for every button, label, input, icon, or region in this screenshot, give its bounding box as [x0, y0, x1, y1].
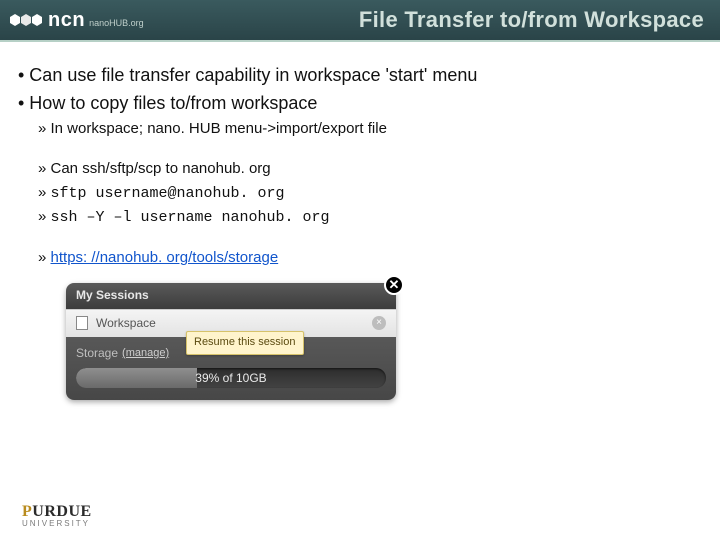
close-icon[interactable]: ✕ — [384, 275, 404, 295]
subbullet-sftp: » sftp username@nanohub. org — [18, 182, 694, 205]
bullet-2: • How to copy files to/from workspace — [18, 90, 694, 116]
sessions-widget: ✕ My Sessions Workspace × Resume this se… — [66, 283, 396, 400]
slide-header: ncn nanoHUB.org File Transfer to/from Wo… — [0, 0, 720, 42]
brand-logo: ncn nanoHUB.org — [10, 9, 144, 32]
purdue-university: UNIVERSITY — [22, 519, 92, 528]
resume-tooltip: Resume this session — [186, 331, 304, 355]
slide-body: • Can use file transfer capability in wo… — [0, 42, 720, 400]
brand-sub: nanoHUB.org — [89, 18, 144, 28]
manage-link[interactable]: (manage) — [122, 346, 169, 362]
sub-prefix: » — [38, 249, 51, 266]
widget-title: My Sessions — [66, 283, 396, 309]
storage-bar: 39% of 10GB — [76, 368, 386, 388]
purdue-rest: URDUE — [32, 503, 91, 520]
sub-prefix: » — [38, 208, 51, 225]
session-close-icon[interactable]: × — [372, 316, 386, 330]
storage-label: Storage — [76, 345, 118, 362]
subbullet-import-export: » In workspace; nano. HUB menu->import/e… — [18, 118, 694, 140]
subbullet-ssh-intro: » Can ssh/sftp/scp to nanohub. org — [18, 158, 694, 180]
storage-section: Resume this session Storage (manage) 39%… — [66, 337, 396, 400]
session-name: Workspace — [96, 315, 156, 332]
document-icon — [76, 316, 88, 330]
sftp-command: sftp username@nanohub. org — [51, 185, 285, 202]
sub-prefix: » — [38, 184, 51, 201]
storage-bar-text: 39% of 10GB — [76, 368, 386, 388]
storage-link[interactable]: https: //nanohub. org/tools/storage — [51, 249, 279, 266]
purdue-p: P — [22, 503, 32, 520]
subbullet-link: » https: //nanohub. org/tools/storage — [18, 247, 694, 269]
slide-title: File Transfer to/from Workspace — [359, 7, 710, 33]
subbullet-ssh: » ssh –Y –l username nanohub. org — [18, 206, 694, 229]
hex-icon — [10, 14, 42, 26]
bullet-1: • Can use file transfer capability in wo… — [18, 62, 694, 88]
ssh-command: ssh –Y –l username nanohub. org — [51, 209, 330, 226]
purdue-logo: PURDUE UNIVERSITY — [22, 503, 92, 528]
brand-main: ncn — [48, 9, 85, 32]
